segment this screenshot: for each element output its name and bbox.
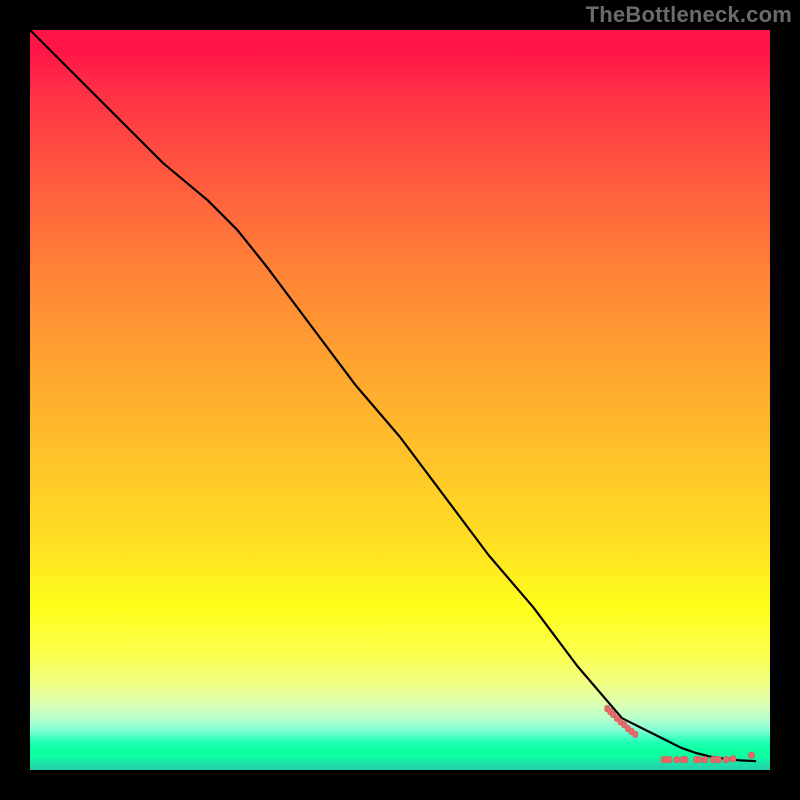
marker-dot (702, 757, 708, 763)
watermark-text: TheBottleneck.com (586, 2, 792, 28)
marker-bar (697, 756, 702, 762)
marker-bar (633, 731, 638, 737)
markers-group (605, 705, 755, 762)
marker-bar (716, 756, 721, 762)
marker-bar (667, 756, 672, 762)
marker-bar (683, 756, 688, 762)
marker-dot (748, 752, 754, 758)
plot-svg (30, 30, 770, 770)
marker-dot (674, 757, 680, 763)
plot-area (30, 30, 770, 770)
curve-line (30, 30, 755, 761)
marker-dot (723, 757, 729, 763)
chart-stage: TheBottleneck.com (0, 0, 800, 800)
marker-dot (730, 756, 736, 762)
